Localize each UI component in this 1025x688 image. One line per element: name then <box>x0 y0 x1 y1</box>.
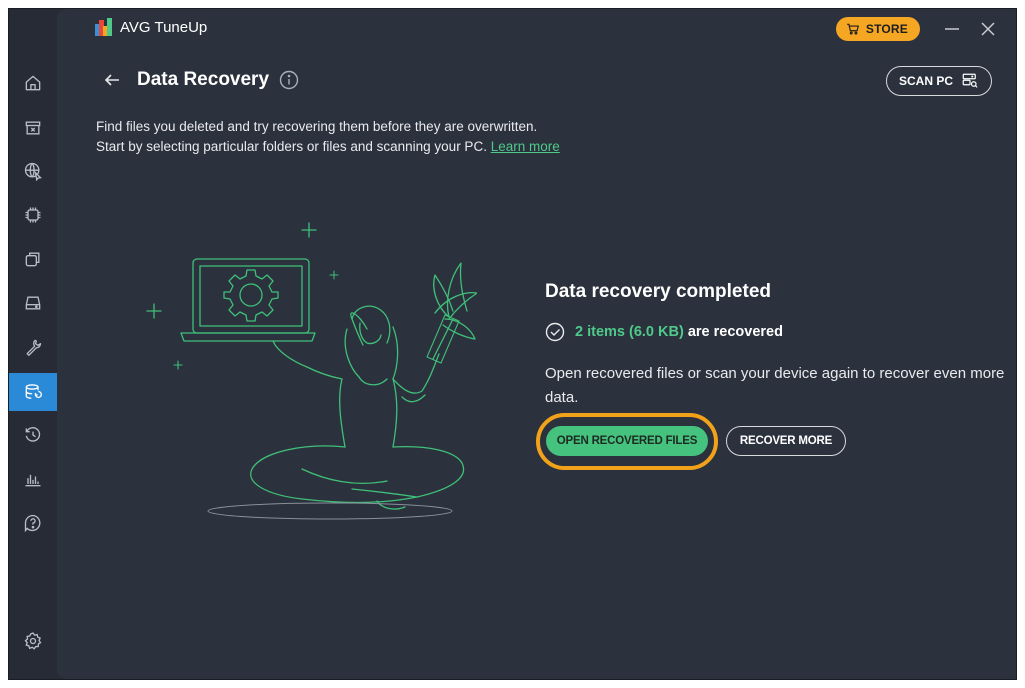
gear-icon <box>24 632 42 650</box>
cart-icon <box>847 23 859 35</box>
recovery-illustration <box>146 222 477 520</box>
data-recovery-icon <box>25 384 42 399</box>
app-window: AVG TuneUp STORE Data Recovery SCAN PC F… <box>8 8 1017 680</box>
description-line-2: Start by selecting particular folders or… <box>96 139 560 154</box>
sidebar-item-help[interactable] <box>9 504 57 542</box>
recovered-items-count: 2 items (6.0 KB) <box>575 324 684 340</box>
app-title: AVG TuneUp <box>120 18 208 36</box>
drive-icon <box>25 296 41 310</box>
scan-drive-icon <box>962 73 978 88</box>
windows-stack-icon <box>25 252 40 267</box>
result-description: Open recovered files or scan your device… <box>545 365 1005 406</box>
learn-more-link[interactable]: Learn more <box>491 139 560 154</box>
page-description: Find files you deleted and try recoverin… <box>96 117 560 157</box>
globe-cursor-icon <box>24 162 42 181</box>
sidebar-item-apps[interactable] <box>9 240 57 278</box>
archive-icon <box>25 121 41 135</box>
bar-chart-icon <box>25 474 41 487</box>
sidebar-item-data-recovery[interactable] <box>9 373 57 411</box>
minimize-icon <box>945 28 959 30</box>
home-icon <box>25 75 41 91</box>
sidebar-item-performance[interactable] <box>9 196 57 234</box>
recovered-summary: 2 items (6.0 KB) are recovered <box>545 322 783 342</box>
scan-pc-button[interactable]: SCAN PC <box>886 66 992 96</box>
close-icon <box>981 22 995 36</box>
app-title-bar: AVG TuneUp <box>95 18 207 36</box>
check-circle-icon <box>545 322 565 342</box>
history-icon <box>25 427 41 442</box>
cpu-icon <box>25 207 41 223</box>
back-arrow-icon <box>104 74 119 86</box>
sidebar-item-browser[interactable] <box>9 152 57 190</box>
sidebar <box>9 9 57 679</box>
wrench-icon <box>26 339 42 356</box>
scan-pc-label: SCAN PC <box>898 74 953 88</box>
store-button[interactable]: STORE <box>835 17 920 41</box>
store-label: STORE <box>865 22 908 36</box>
sidebar-item-cleanup[interactable] <box>9 109 57 147</box>
sidebar-item-home[interactable] <box>9 64 57 102</box>
help-icon <box>24 514 41 533</box>
description-line-1: Find files you deleted and try recoverin… <box>96 119 538 134</box>
close-button[interactable] <box>976 17 1000 41</box>
sidebar-item-history[interactable] <box>9 416 57 454</box>
back-button[interactable] <box>103 71 121 89</box>
recovered-text: are recovered <box>687 324 783 340</box>
result-title: Data recovery completed <box>545 281 771 302</box>
main-panel: AVG TuneUp STORE Data Recovery SCAN PC F… <box>57 9 1016 679</box>
open-recovered-files-button[interactable]: OPEN RECOVERED FILES <box>546 426 708 456</box>
sidebar-item-troubleshoot[interactable] <box>9 328 57 366</box>
page-title: Data Recovery <box>137 69 270 90</box>
minimize-button[interactable] <box>940 17 964 41</box>
sidebar-item-settings[interactable] <box>9 622 57 660</box>
recover-more-button[interactable]: RECOVER MORE <box>726 426 846 456</box>
sidebar-item-stats[interactable] <box>9 460 57 498</box>
info-icon <box>279 70 299 90</box>
avg-logo-icon <box>95 18 112 36</box>
sidebar-item-drive[interactable] <box>9 284 57 322</box>
info-button[interactable] <box>279 70 299 90</box>
